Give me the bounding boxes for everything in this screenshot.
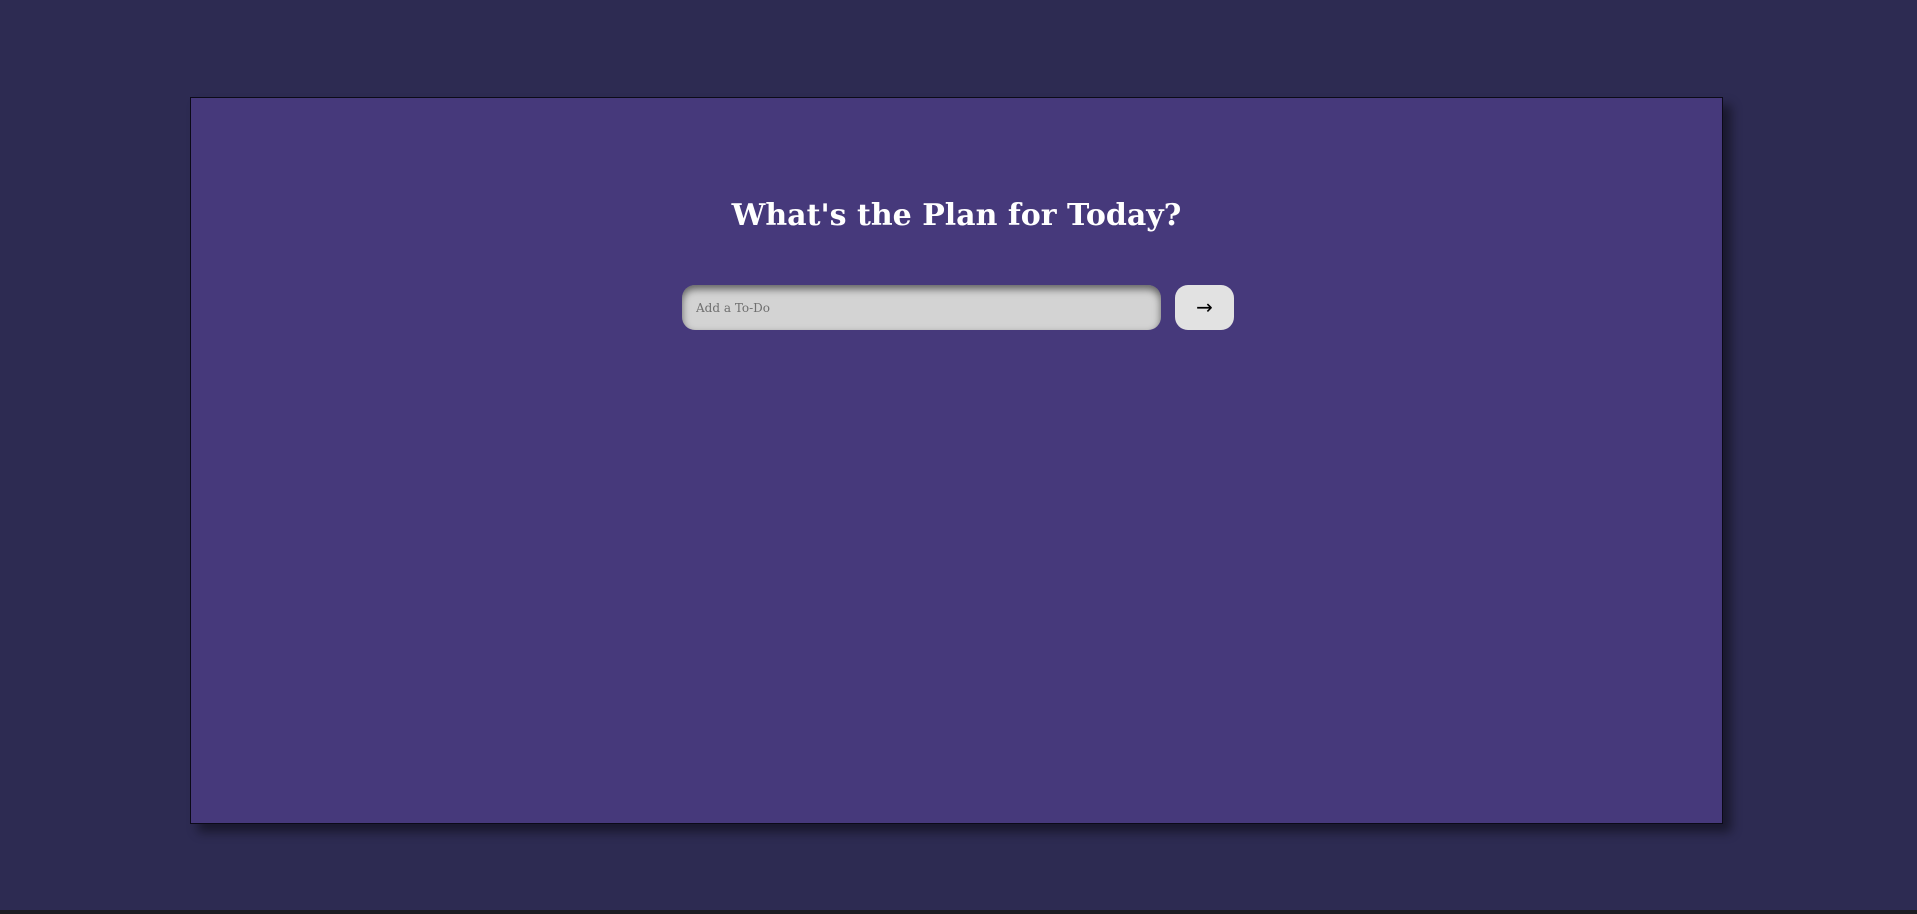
add-todo-button[interactable]: → <box>1175 285 1234 330</box>
bottom-edge-bar <box>0 910 1917 914</box>
page-background: What's the Plan for Today? → <box>0 0 1917 914</box>
todo-card: What's the Plan for Today? → <box>190 97 1723 824</box>
page-title: What's the Plan for Today? <box>731 198 1182 233</box>
arrow-right-icon: → <box>1196 295 1213 319</box>
add-todo-form: → <box>682 285 1234 330</box>
add-todo-input[interactable] <box>682 285 1161 330</box>
